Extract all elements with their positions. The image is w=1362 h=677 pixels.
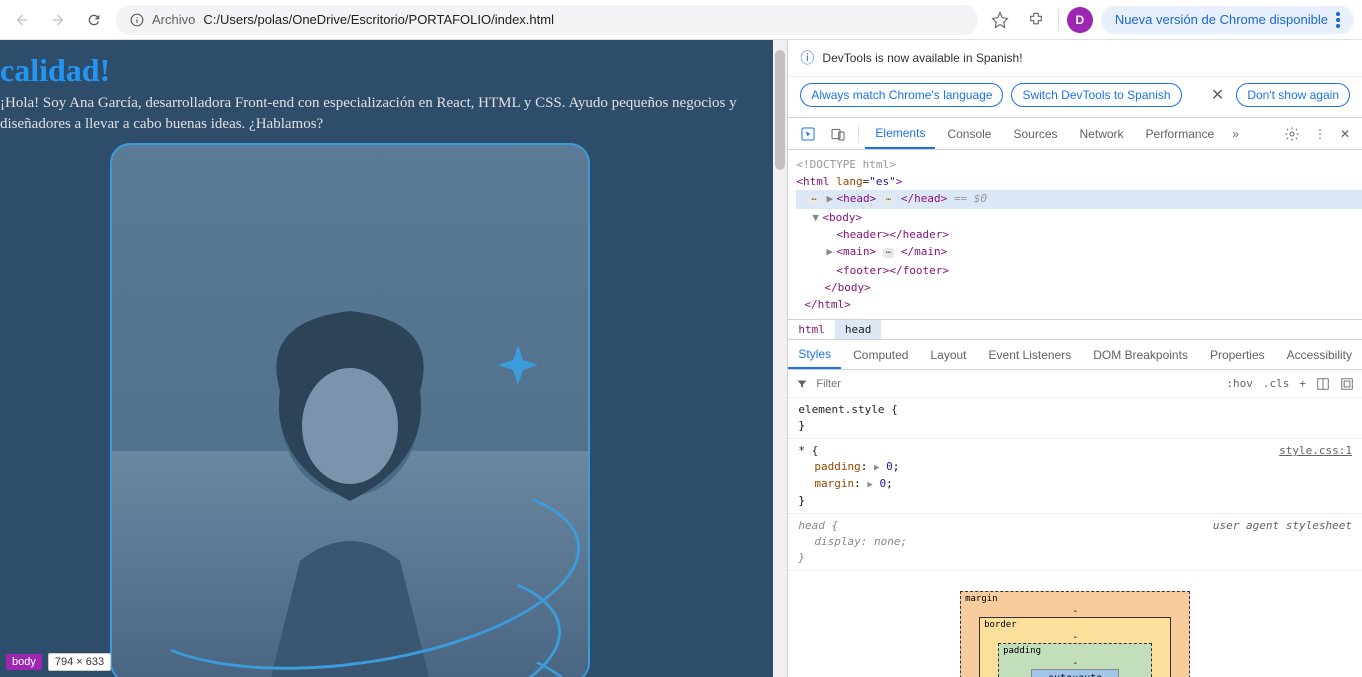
gear-icon[interactable] xyxy=(1278,118,1306,149)
tab-performance[interactable]: Performance xyxy=(1136,118,1225,149)
kebab-icon xyxy=(1336,12,1340,28)
page-description: ¡Hola! Soy Ana García, desarrolladora Fr… xyxy=(0,93,787,143)
profile-avatar[interactable]: D xyxy=(1067,7,1093,33)
extensions-icon[interactable] xyxy=(1022,6,1050,34)
page-heading: calidad! xyxy=(0,40,787,93)
back-button[interactable] xyxy=(8,6,36,34)
css-rules[interactable]: element.style { } style.css:1 * { paddin… xyxy=(788,398,1362,571)
dom-breadcrumb[interactable]: html head xyxy=(788,320,1362,340)
new-rule-icon[interactable]: + xyxy=(1299,377,1306,390)
tab-sources[interactable]: Sources xyxy=(1003,118,1067,149)
forward-button[interactable] xyxy=(44,6,72,34)
source-link[interactable]: style.css:1 xyxy=(1279,443,1352,459)
computed-toggle-icon[interactable] xyxy=(1340,377,1354,391)
breadcrumb-html[interactable]: html xyxy=(788,320,835,339)
kebab-icon[interactable]: ⋮ xyxy=(1308,118,1332,149)
update-chrome-button[interactable]: Nueva versión de Chrome disponible xyxy=(1101,6,1354,34)
device-toggle-icon[interactable] xyxy=(824,118,852,149)
ua-stylesheet-label: user agent stylesheet xyxy=(1213,518,1352,534)
match-language-button[interactable]: Always match Chrome's language xyxy=(800,83,1003,107)
star-icon[interactable] xyxy=(986,6,1014,34)
cls-toggle[interactable]: .cls xyxy=(1263,377,1290,390)
inspect-icon[interactable] xyxy=(794,118,822,149)
info-icon: ⓘ xyxy=(800,48,814,68)
tab-accessibility[interactable]: Accessibility xyxy=(1277,340,1362,369)
tab-dom-breakpoints[interactable]: DOM Breakpoints xyxy=(1083,340,1198,369)
styles-pane-tabs: Styles Computed Layout Event Listeners D… xyxy=(788,340,1362,370)
tab-layout[interactable]: Layout xyxy=(920,340,976,369)
tab-elements[interactable]: Elements xyxy=(865,118,935,149)
box-model: margin - border - padding - - auto×auto xyxy=(788,571,1362,677)
switch-spanish-button[interactable]: Switch DevTools to Spanish xyxy=(1011,83,1181,107)
reload-button[interactable] xyxy=(80,6,108,34)
breadcrumb-head[interactable]: head xyxy=(835,320,882,339)
file-label: Archivo xyxy=(152,12,195,27)
devtools-tabs: Elements Console Sources Network Perform… xyxy=(788,118,1362,150)
hov-toggle[interactable]: :hov xyxy=(1226,377,1253,390)
infobar-close-icon[interactable]: ✕ xyxy=(1207,85,1228,105)
tab-properties[interactable]: Properties xyxy=(1200,340,1275,369)
browser-toolbar: Archivo C:/Users/polas/OneDrive/Escritor… xyxy=(0,0,1362,40)
tab-styles[interactable]: Styles xyxy=(788,340,841,369)
devtools-close-icon[interactable]: ✕ xyxy=(1334,118,1356,149)
flex-icon[interactable] xyxy=(1316,377,1330,391)
infobar-message: DevTools is now available in Spanish! xyxy=(822,51,1022,65)
devtools-panel: ⓘ DevTools is now available in Spanish! … xyxy=(787,40,1362,677)
tab-network[interactable]: Network xyxy=(1070,118,1134,149)
page-viewport: calidad! ¡Hola! Soy Ana García, desarrol… xyxy=(0,40,787,677)
tab-event-listeners[interactable]: Event Listeners xyxy=(979,340,1082,369)
tab-computed[interactable]: Computed xyxy=(843,340,918,369)
tabs-overflow-icon[interactable]: » xyxy=(1226,118,1245,149)
elements-dom-tree[interactable]: <!DOCTYPE html> <html lang="es"> ⋯ ▶<hea… xyxy=(788,150,1362,320)
hero-image xyxy=(110,143,590,677)
dont-show-button[interactable]: Don't show again xyxy=(1236,83,1350,107)
devtools-infobar: ⓘ DevTools is now available in Spanish! xyxy=(788,40,1362,77)
url-text: C:/Users/polas/OneDrive/Escritorio/PORTA… xyxy=(203,12,554,27)
styles-filter-row: :hov .cls + xyxy=(788,370,1362,398)
element-dimensions-badge: body 794 × 633 xyxy=(6,653,111,671)
info-icon xyxy=(130,13,144,27)
address-bar[interactable]: Archivo C:/Users/polas/OneDrive/Escritor… xyxy=(116,5,978,35)
tab-console[interactable]: Console xyxy=(937,118,1001,149)
filter-icon xyxy=(796,378,808,390)
viewport-scrollbar[interactable] xyxy=(773,40,787,677)
styles-filter-input[interactable] xyxy=(816,378,1218,390)
